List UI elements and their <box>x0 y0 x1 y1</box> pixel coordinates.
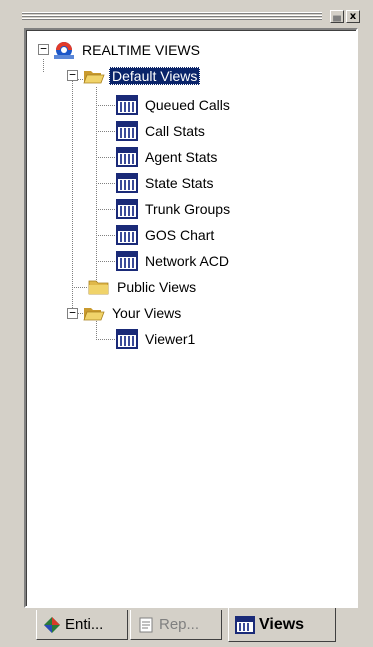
folder-open-icon <box>83 308 105 321</box>
tab-reports[interactable]: Rep... <box>130 610 222 640</box>
view-label: GOS Chart <box>145 227 215 243</box>
tab-label: Views <box>259 615 305 633</box>
view-icon <box>116 199 138 219</box>
views-tree[interactable]: − REALTIME VIEWS − Default Views Queued … <box>24 28 358 608</box>
tree-connector <box>96 157 116 158</box>
view-icon <box>116 121 138 141</box>
view-label: Call Stats <box>145 123 205 139</box>
view-label: State Stats <box>145 175 214 191</box>
view-icon <box>116 329 138 349</box>
public-views-label: Public Views <box>117 279 197 295</box>
panel-titlebar[interactable]: ▄ x <box>18 8 366 28</box>
default-views-label: Default Views <box>109 67 201 85</box>
tree-node-default-views[interactable]: Default Views <box>83 65 201 87</box>
view-icon <box>116 173 138 193</box>
tree-connector <box>96 183 116 184</box>
root-label: REALTIME VIEWS <box>82 42 200 58</box>
tree-node-agent-stats[interactable]: Agent Stats <box>116 146 220 168</box>
tree-node-gos-chart[interactable]: GOS Chart <box>116 224 217 246</box>
tree-connector <box>96 87 97 289</box>
tree-connector <box>72 73 73 319</box>
docked-panel: ▄ x − REALTIME VIEWS − Default Views Que… <box>18 8 366 647</box>
tab-views[interactable]: Views <box>228 608 336 642</box>
panel-tabs: Enti... Rep... Views <box>24 608 358 644</box>
view-label: Viewer1 <box>145 331 196 347</box>
tree-connector <box>43 59 44 73</box>
tree-node-your-views[interactable]: Your Views <box>83 302 184 324</box>
tree-node-viewer1[interactable]: Viewer1 <box>116 328 198 350</box>
tree-connector <box>96 261 116 262</box>
tree-connector <box>96 131 116 132</box>
default-views-collapse-toggle[interactable]: − <box>67 69 78 81</box>
folder-closed-icon <box>88 280 109 295</box>
view-icon <box>116 147 138 167</box>
tree-node-call-stats[interactable]: Call Stats <box>116 120 208 142</box>
tree-connector <box>96 235 116 236</box>
view-icon <box>116 225 138 245</box>
your-views-label: Your Views <box>112 305 182 321</box>
drag-grip[interactable] <box>22 12 322 20</box>
folder-open-icon <box>83 71 105 84</box>
view-label: Network ACD <box>145 253 230 269</box>
view-label: Trunk Groups <box>145 201 231 217</box>
tree-node-public-views[interactable]: Public Views <box>88 276 199 298</box>
view-icon <box>116 95 138 115</box>
tree-node-trunk-groups[interactable]: Trunk Groups <box>116 198 233 220</box>
tab-label: Enti... <box>65 616 104 633</box>
root-collapse-toggle[interactable]: − <box>38 43 49 55</box>
close-button[interactable]: x <box>346 10 360 23</box>
tab-entities[interactable]: Enti... <box>36 610 128 640</box>
tree-connector <box>96 339 116 340</box>
view-icon <box>235 615 255 634</box>
tree-connector <box>96 209 116 210</box>
tree-node-queued-calls[interactable]: Queued Calls <box>116 94 233 116</box>
realtime-views-icon <box>54 42 74 59</box>
tree-connector <box>96 105 116 106</box>
view-label: Queued Calls <box>145 97 230 113</box>
entities-diamond-icon <box>44 616 60 633</box>
reports-icon <box>139 617 153 632</box>
tree-connector <box>72 287 88 288</box>
tree-node-realtime-views[interactable]: REALTIME VIEWS <box>53 39 203 61</box>
your-views-collapse-toggle[interactable]: − <box>67 307 78 319</box>
tab-label: Rep... <box>159 616 200 633</box>
minimize-button[interactable]: ▄ <box>330 10 344 23</box>
view-label: Agent Stats <box>145 149 218 165</box>
tree-node-network-acd[interactable]: Network ACD <box>116 250 232 272</box>
realtime-views-panel: ▄ x − REALTIME VIEWS − Default Views Que… <box>0 0 373 647</box>
tree-node-state-stats[interactable]: State Stats <box>116 172 216 194</box>
view-icon <box>116 251 138 271</box>
